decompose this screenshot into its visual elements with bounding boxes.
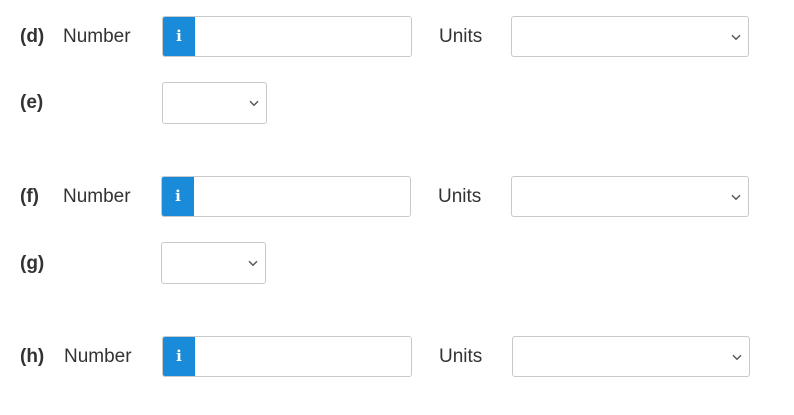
- part-d-number-input[interactable]: [195, 17, 411, 56]
- part-h-number-input[interactable]: [195, 337, 411, 376]
- part-d-info-button[interactable]: i: [163, 17, 195, 56]
- part-d-units-select[interactable]: [511, 16, 749, 57]
- part-f-units-select[interactable]: [511, 176, 749, 217]
- part-d-number-label: Number: [63, 26, 131, 47]
- chevron-down-icon: [248, 260, 258, 267]
- part-h-info-button[interactable]: i: [163, 337, 195, 376]
- chevron-down-icon: [249, 100, 259, 107]
- part-g-label: (g): [20, 253, 45, 274]
- part-g-select[interactable]: [161, 242, 266, 284]
- chevron-down-icon: [731, 194, 741, 200]
- part-f-number-input[interactable]: [194, 177, 410, 216]
- part-e-label: (e): [20, 92, 44, 113]
- part-h-units-select[interactable]: [512, 336, 750, 377]
- part-e-select[interactable]: [162, 82, 267, 124]
- chevron-down-icon: [732, 354, 742, 360]
- part-f-units-label: Units: [438, 186, 482, 207]
- part-f-info-button[interactable]: i: [162, 177, 194, 216]
- info-icon: i: [175, 187, 181, 205]
- chevron-down-icon: [731, 34, 741, 40]
- part-f-number-label: Number: [63, 186, 131, 207]
- part-d-number-group: i: [162, 16, 412, 57]
- part-h-label: (h): [20, 346, 45, 367]
- info-icon: i: [176, 27, 182, 45]
- part-h-units-label: Units: [439, 346, 483, 367]
- part-f-label: (f): [20, 186, 39, 207]
- part-d-units-label: Units: [439, 26, 483, 47]
- info-icon: i: [176, 347, 182, 365]
- part-h-number-group: i: [162, 336, 412, 377]
- part-d-label: (d): [20, 26, 45, 47]
- part-h-number-label: Number: [64, 346, 132, 367]
- part-f-number-group: i: [161, 176, 411, 217]
